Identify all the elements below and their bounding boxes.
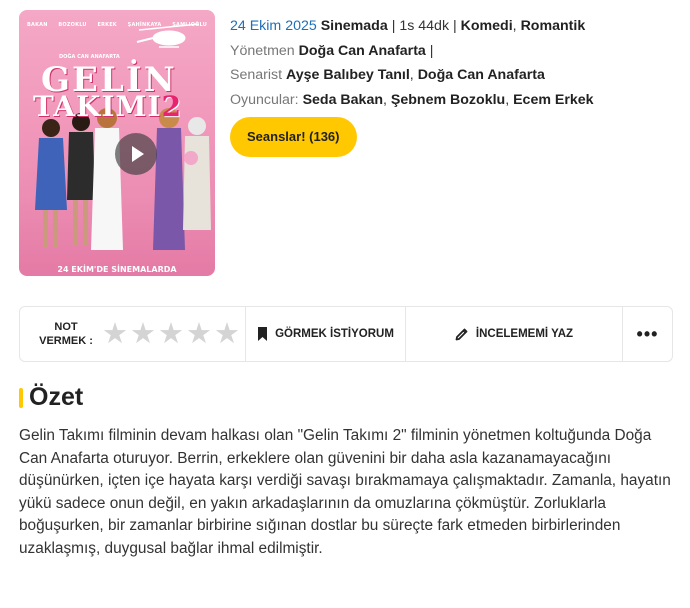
star-icon[interactable]: ★ <box>158 319 184 349</box>
poster-cast-names: BAKAN BOZOKLU ERKEK ŞAHİNKAYA ŞAMLIOĞLU <box>27 22 207 28</box>
watchlist-label: GÖRMEK İSTİYORUM <box>275 328 394 340</box>
director-link[interactable]: Doğa Can Anafarta <box>299 43 426 59</box>
director-label: Yönetmen <box>230 42 295 59</box>
movie-poster[interactable]: BAKAN BOZOKLU ERKEK ŞAHİNKAYA ŞAMLIOĞLU … <box>19 10 215 276</box>
more-options-button[interactable]: ••• <box>623 307 672 361</box>
review-label: İNCELEMEMİ YAZ <box>475 328 574 340</box>
star-icon[interactable]: ★ <box>186 319 212 349</box>
play-trailer-button[interactable] <box>115 133 157 175</box>
director-line: Yönetmen Doğa Can Anafarta | <box>230 42 434 59</box>
cast-line: Oyuncular: Seda Bakan, Şebnem Bozoklu, E… <box>230 91 594 108</box>
writer-link[interactable]: Doğa Can Anafarta <box>418 67 545 83</box>
writer-line: Senarist Ayşe Balıbey Tanıl, Doğa Can An… <box>230 67 545 83</box>
cast-link[interactable]: Seda Bakan <box>303 92 383 108</box>
cast-label: Oyuncular: <box>230 91 299 108</box>
showtimes-button[interactable]: Seanslar! (136) <box>230 117 357 157</box>
genre-link-comedy[interactable]: Komedi <box>461 18 513 34</box>
genre-link-romance[interactable]: Romantik <box>521 18 586 34</box>
action-bar: NOT VERMEK : ★ ★ ★ ★ ★ GÖRMEK İSTİYORUM … <box>19 306 673 362</box>
poster-title-line2: TAKIMI2 <box>33 90 183 123</box>
star-icon[interactable]: ★ <box>214 319 240 349</box>
rating-widget: NOT VERMEK : ★ ★ ★ ★ ★ <box>20 307 246 361</box>
cast-link[interactable]: Ecem Erkek <box>513 92 593 108</box>
writer-link[interactable]: Ayşe Balıbey Tanıl <box>286 67 410 83</box>
release-line: 24 Ekim 2025 Sinemada | 1s 44dk | Komedi… <box>230 18 586 34</box>
rating-label: NOT VERMEK : <box>39 321 93 347</box>
movie-info: 24 Ekim 2025 Sinemada | 1s 44dk | Komedi… <box>230 14 680 157</box>
summary-heading: Özet <box>19 383 83 412</box>
poster-release-text: 24 EKİM'DE SİNEMALARDA <box>57 265 177 274</box>
duration: 1s 44dk <box>399 18 450 34</box>
bookmark-icon <box>258 327 268 341</box>
more-icon: ••• <box>636 323 659 344</box>
watchlist-button[interactable]: GÖRMEK İSTİYORUM <box>246 307 406 361</box>
release-status: Sinemada <box>320 18 388 34</box>
star-icon[interactable]: ★ <box>130 319 156 349</box>
summary-title: Özet <box>29 383 84 411</box>
heading-accent-bar <box>19 387 23 408</box>
release-date-link[interactable]: 24 Ekim 2025 <box>230 18 317 34</box>
play-icon <box>132 146 144 162</box>
pencil-icon <box>455 328 468 341</box>
rating-stars: ★ ★ ★ ★ ★ <box>102 319 240 349</box>
writer-label: Senarist <box>230 67 283 83</box>
summary-text: Gelin Takımı filminin devam halkası olan… <box>19 427 671 557</box>
write-review-button[interactable]: İNCELEMEMİ YAZ <box>406 307 623 361</box>
cast-figures <box>35 108 211 250</box>
cast-link[interactable]: Şebnem Bozoklu <box>391 92 505 108</box>
star-icon[interactable]: ★ <box>102 319 128 349</box>
